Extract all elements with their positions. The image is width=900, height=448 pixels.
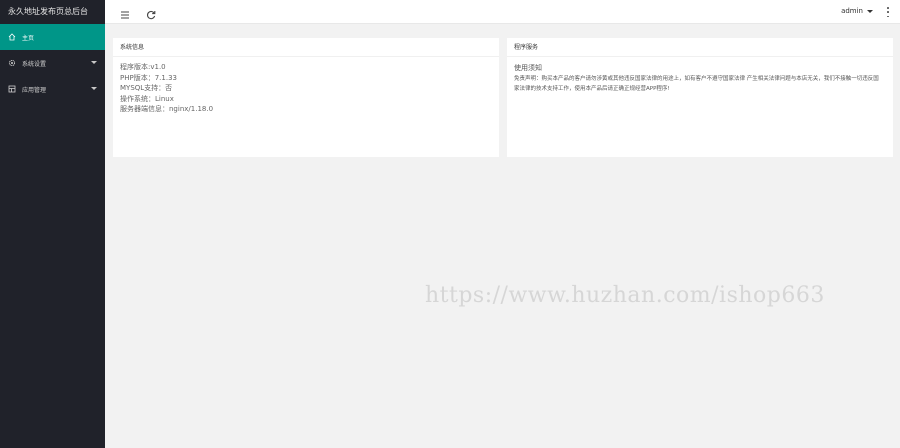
- home-icon: [8, 33, 16, 41]
- top-header: admin: [105, 0, 900, 24]
- username: admin: [841, 7, 863, 15]
- app-icon: [8, 85, 16, 93]
- php-version: PHP版本：7.1.33: [120, 73, 177, 82]
- card-title: 系统信息: [113, 38, 499, 57]
- chevron-down-icon: [91, 61, 97, 64]
- server-info: 服务器端信息：nginx/1.18.0: [120, 105, 214, 113]
- program-service-body: 使用须知 免责声明：购买本产品的客户请勿涉黄或其他违反国家法律的用途上，如有客户…: [507, 57, 893, 99]
- user-menu[interactable]: admin: [841, 7, 873, 15]
- chevron-down-icon: [867, 9, 873, 13]
- sidebar-item-label: 系统设置: [22, 60, 47, 68]
- sidebar-item-label: 应用管理: [22, 86, 47, 94]
- system-info-card: 系统信息 程序版本:v1.0 PHP版本：7.1.33 MYSQL支持：否 操作…: [113, 38, 499, 157]
- notice-title: 使用须知: [514, 64, 542, 72]
- sidebar-item-system-settings[interactable]: 系统设置: [0, 50, 105, 76]
- sidebar-item-app-management[interactable]: 应用管理: [0, 76, 105, 102]
- watermark: https://www.huzhan.com/ishop663: [425, 283, 825, 308]
- refresh-icon[interactable]: [145, 6, 157, 20]
- gear-icon: [8, 59, 16, 67]
- disclaimer-text: 免责声明：购买本产品的客户请勿涉黄或其他违反国家法律的用途上，如有客户不遵守国家…: [514, 76, 879, 92]
- system-info-body: 程序版本:v1.0 PHP版本：7.1.33 MYSQL支持：否 操作系统：Li…: [113, 57, 499, 120]
- operating-system: 操作系统：Linux: [120, 94, 174, 103]
- sidebar: 永久地址发布页总后台 主页 系统设置 应用管理: [0, 0, 105, 448]
- program-service-card: 程序服务 使用须知 免责声明：购买本产品的客户请勿涉黄或其他违反国家法律的用途上…: [507, 38, 893, 157]
- mysql-support: MYSQL支持：否: [120, 84, 173, 92]
- sidebar-item-home[interactable]: 主页: [0, 24, 105, 50]
- program-version: 程序版本:v1.0: [120, 63, 166, 71]
- menu-icon[interactable]: [119, 6, 131, 19]
- card-title: 程序服务: [507, 38, 893, 57]
- app-logo[interactable]: 永久地址发布页总后台: [0, 0, 105, 24]
- sidebar-item-label: 主页: [22, 34, 35, 42]
- chevron-down-icon: [91, 87, 97, 90]
- more-vertical-icon[interactable]: [884, 7, 892, 17]
